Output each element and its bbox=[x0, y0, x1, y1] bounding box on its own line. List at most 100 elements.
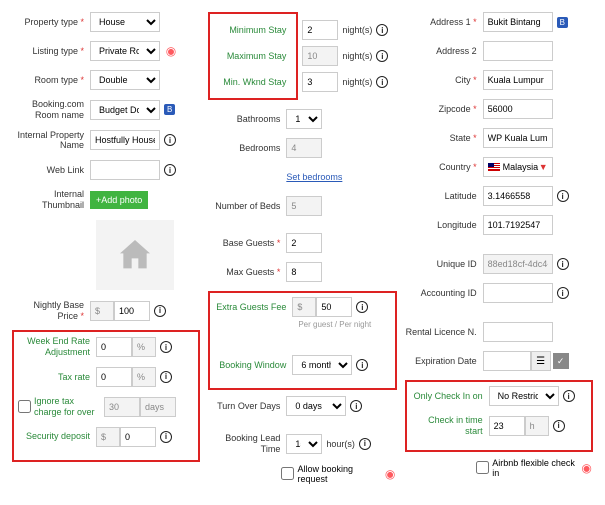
airbnb-flex-checkbox[interactable] bbox=[476, 461, 489, 474]
house-icon bbox=[115, 235, 155, 275]
city-input[interactable] bbox=[483, 70, 553, 90]
lat-label: Latitude bbox=[405, 191, 483, 202]
unit-display bbox=[525, 416, 549, 436]
max-guests-input[interactable] bbox=[286, 262, 322, 282]
ignore-tax-checkbox[interactable] bbox=[18, 400, 31, 413]
info-icon[interactable]: i bbox=[160, 431, 172, 443]
info-icon[interactable]: i bbox=[553, 420, 565, 432]
internal-name-input[interactable] bbox=[90, 130, 160, 150]
info-icon[interactable]: i bbox=[160, 341, 172, 353]
zip-label: Zipcode * bbox=[405, 104, 483, 115]
check-icon[interactable]: ✓ bbox=[553, 353, 569, 369]
base-guests-input[interactable] bbox=[286, 233, 322, 253]
listing-type-select[interactable]: Private Room bbox=[90, 41, 160, 61]
info-icon[interactable]: i bbox=[359, 438, 371, 450]
min-stay-input[interactable] bbox=[302, 20, 338, 40]
flag-icon bbox=[488, 163, 500, 171]
info-icon[interactable]: i bbox=[376, 24, 388, 36]
info-icon[interactable]: i bbox=[356, 359, 368, 371]
info-icon[interactable]: i bbox=[557, 190, 569, 202]
max-stay-input[interactable] bbox=[302, 46, 338, 66]
bathrooms-select[interactable]: 1 bbox=[286, 109, 322, 129]
min-wknd-input[interactable] bbox=[302, 72, 338, 92]
lead-time-label: Booking Lead Time bbox=[208, 433, 286, 455]
property-type-label: Property type * bbox=[12, 17, 90, 28]
info-icon[interactable]: i bbox=[154, 305, 166, 317]
bedrooms-label: Bedrooms bbox=[208, 143, 286, 154]
acct-label: Accounting ID bbox=[405, 288, 483, 299]
country-label: Country * bbox=[405, 162, 483, 173]
min-wknd-label: Min. Wknd Stay bbox=[214, 77, 292, 88]
property-type-select[interactable]: House bbox=[90, 12, 160, 32]
addr2-label: Address 2 bbox=[405, 46, 483, 57]
addr1-input[interactable] bbox=[483, 12, 553, 32]
allow-booking-label: Allow booking request bbox=[297, 464, 379, 484]
info-icon[interactable]: i bbox=[350, 400, 362, 412]
tax-rate-input[interactable] bbox=[96, 367, 132, 387]
info-icon[interactable]: i bbox=[557, 287, 569, 299]
only-checkin-select[interactable]: No Restrictions bbox=[489, 386, 559, 406]
unit-label: hour(s) bbox=[326, 439, 355, 449]
set-bedrooms-link[interactable]: Set bedrooms bbox=[286, 172, 342, 182]
rental-input[interactable] bbox=[483, 322, 553, 342]
extra-guests-input[interactable] bbox=[316, 297, 352, 317]
security-deposit-input[interactable] bbox=[120, 427, 156, 447]
info-icon[interactable]: i bbox=[563, 390, 575, 402]
info-icon[interactable]: i bbox=[160, 371, 172, 383]
booking-window-label: Booking Window bbox=[214, 360, 292, 371]
info-icon[interactable]: i bbox=[356, 301, 368, 313]
info-icon[interactable]: i bbox=[557, 258, 569, 270]
unit-label: night(s) bbox=[342, 51, 372, 61]
thumbnail-placeholder[interactable] bbox=[96, 220, 174, 290]
zip-input[interactable] bbox=[483, 99, 553, 119]
turnover-select[interactable]: 0 days bbox=[286, 396, 346, 416]
airbnb-icon: ◉ bbox=[580, 461, 593, 475]
lead-time-select[interactable]: 15 bbox=[286, 434, 322, 454]
security-deposit-label: Security deposit bbox=[18, 431, 96, 442]
unit-display bbox=[132, 367, 156, 387]
info-icon[interactable]: i bbox=[164, 134, 176, 146]
currency-display bbox=[96, 427, 120, 447]
allow-booking-checkbox[interactable] bbox=[281, 467, 294, 480]
state-input[interactable] bbox=[483, 128, 553, 148]
acct-input[interactable] bbox=[483, 283, 553, 303]
lng-label: Longitude bbox=[405, 220, 483, 231]
ignore-tax-days-input[interactable] bbox=[104, 397, 140, 417]
internal-name-label: Internal Property Name bbox=[12, 130, 90, 152]
extra-guests-label: Extra Guests Fee bbox=[214, 302, 292, 313]
checkin-start-input[interactable] bbox=[489, 416, 525, 436]
booking-badge: B bbox=[557, 17, 568, 28]
lat-input[interactable] bbox=[483, 186, 553, 206]
expdate-input[interactable] bbox=[483, 351, 531, 371]
unit-label: night(s) bbox=[342, 77, 372, 87]
booking-room-select[interactable]: Budget Double Rc bbox=[90, 100, 160, 120]
addr2-input[interactable] bbox=[483, 41, 553, 61]
airbnb-flex-label: Airbnb flexible check in bbox=[492, 458, 576, 478]
uid-input bbox=[483, 254, 553, 274]
calendar-icon[interactable]: ☰ bbox=[531, 351, 551, 371]
highlight-box: Only Check In onNo Restrictions i Check i… bbox=[405, 380, 593, 452]
room-type-select[interactable]: Double bbox=[90, 70, 160, 90]
airbnb-icon: ◉ bbox=[384, 467, 397, 481]
only-checkin-label: Only Check In on bbox=[411, 391, 489, 402]
lng-input[interactable] bbox=[483, 215, 553, 235]
checkin-start-label: Check in time start bbox=[411, 415, 489, 437]
info-icon[interactable]: i bbox=[376, 76, 388, 88]
weekend-rate-input[interactable] bbox=[96, 337, 132, 357]
currency-display bbox=[292, 297, 316, 317]
add-photo-button[interactable]: +Add photo bbox=[90, 191, 148, 209]
country-select[interactable]: Malaysia▼ bbox=[483, 157, 553, 177]
booking-room-label: Booking.com Room name bbox=[12, 99, 90, 121]
nightly-price-input[interactable] bbox=[114, 301, 150, 321]
uid-label: Unique ID bbox=[405, 259, 483, 270]
thumb-label: Internal Thumbnail bbox=[12, 189, 90, 211]
bedrooms-input bbox=[286, 138, 322, 158]
turnover-label: Turn Over Days bbox=[208, 401, 286, 412]
info-icon[interactable]: i bbox=[164, 164, 176, 176]
web-link-input[interactable] bbox=[90, 160, 160, 180]
listing-type-label: Listing type * bbox=[12, 46, 90, 57]
city-label: City * bbox=[405, 75, 483, 86]
ignore-tax-label: Ignore tax charge for over bbox=[34, 396, 104, 418]
info-icon[interactable]: i bbox=[376, 50, 388, 62]
booking-window-select[interactable]: 6 months bbox=[292, 355, 352, 375]
